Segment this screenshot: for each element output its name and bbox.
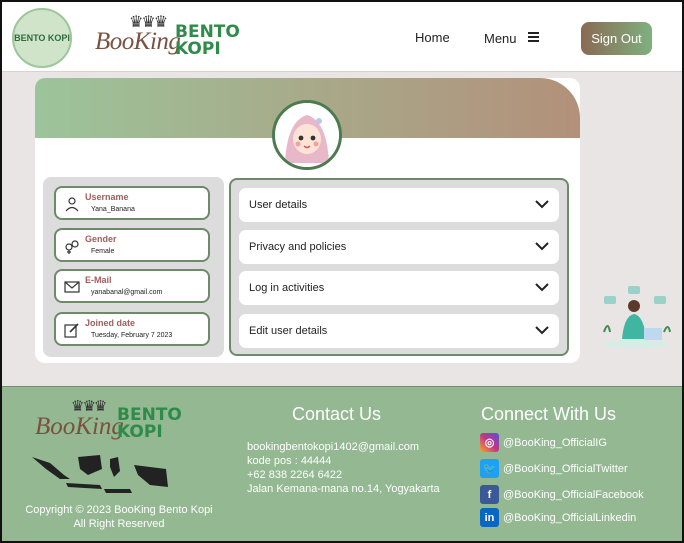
twitter-icon: 🐦 <box>480 459 499 478</box>
mail-icon <box>64 281 80 293</box>
username-value: Yana_Banana <box>91 206 135 213</box>
footer-brand-logo: ♛♛♛ BooKing BENTO KOPI <box>35 398 185 447</box>
page: BENTO KOPI ♛♛♛ BooKing BENTO KOPI Home M… <box>0 0 684 543</box>
gender-field: Gender Female <box>54 228 210 262</box>
support-agent-illustration <box>602 286 671 348</box>
contact-title: Contact Us <box>292 404 382 424</box>
footer-brand-kopi-word: KOPI <box>117 422 163 442</box>
copyright-line-2: All Right Reserved <box>73 518 165 530</box>
contact-postal-code: kode pos : 44444 <box>247 455 332 467</box>
gender-value: Female <box>91 248 115 255</box>
username-field: Username Yana_Banana <box>54 186 210 220</box>
logo-badge[interactable]: BENTO KOPI <box>12 8 72 68</box>
social-facebook[interactable]: f @BooKing_OfficialFacebook <box>480 485 644 504</box>
chevron-down-icon[interactable] <box>535 282 549 292</box>
avatar <box>272 100 342 170</box>
brand-logo[interactable]: ♛♛♛ BooKing BENTO KOPI <box>95 12 255 68</box>
contact-email[interactable]: bookingbentokopi1402@gmail.com <box>247 440 440 454</box>
accordion-login-activities-label: Log in activities <box>249 282 325 294</box>
logo-badge-text: BENTO KOPI <box>14 32 70 43</box>
header: BENTO KOPI ♛♛♛ BooKing BENTO KOPI Home M… <box>2 2 682 72</box>
email-field: E-Mail yanabanal@gmail.com <box>54 269 210 303</box>
accordion-privacy-policies-label: Privacy and policies <box>249 241 347 253</box>
accordion-edit-user-details-label: Edit user details <box>249 325 328 337</box>
connect-title: Connect With Us <box>481 404 617 424</box>
joined-date-value: Tuesday, February 7 2023 <box>91 332 173 339</box>
brand-kopi-word: KOPI <box>175 39 221 59</box>
email-value: yanabanal@gmail.com <box>91 289 163 296</box>
joined-date-label: Joined date <box>85 318 136 328</box>
brand-bento-text: BENTO KOPI <box>175 24 240 58</box>
facebook-icon: f <box>480 485 499 504</box>
copyright-text: Copyright © 2023 BooKing Bento Kopi All … <box>10 503 228 531</box>
accordion-login-activities[interactable]: Log in activities <box>239 271 559 305</box>
social-facebook-label: @BooKing_OfficialFacebook <box>503 488 644 501</box>
sign-out-button[interactable]: Sign Out <box>581 22 652 55</box>
social-linkedin-label: @BooKing_OfficialLinkedin <box>503 511 637 524</box>
social-instagram[interactable]: ◎ @BooKing_OfficialIG <box>480 433 607 452</box>
indonesia-map-icon <box>32 455 168 493</box>
avatar-illustration <box>275 103 339 167</box>
accordion-privacy-policies[interactable]: Privacy and policies <box>239 230 559 264</box>
contact-address: Jalan Kemana-mana no.14, Yogyakarta <box>247 483 440 495</box>
brand-booking-text: BooKing <box>95 28 181 55</box>
copyright-line-1: Copyright © 2023 BooKing Bento Kopi <box>25 504 213 516</box>
footer-brand-bento-text: BENTO KOPI <box>117 407 182 441</box>
nav-home-link[interactable]: Home <box>415 30 450 45</box>
user-info-panel: Username Yana_Banana Gender Female E-Mai… <box>43 177 224 357</box>
accordion-user-details-label: User details <box>249 199 308 211</box>
edit-icon <box>64 323 79 338</box>
social-twitter[interactable]: 🐦 @BooKing_OfficialTwitter <box>480 459 628 478</box>
footer: ♛♛♛ BooKing BENTO KOPI Copyright © 2023 … <box>2 386 682 541</box>
contact-info: bookingbentokopi1402@gmail.com kode pos … <box>247 440 440 496</box>
joined-date-field: Joined date Tuesday, February 7 2023 <box>54 312 210 346</box>
gender-label: Gender <box>85 234 117 244</box>
profile-card: Username Yana_Banana Gender Female E-Mai… <box>35 78 580 363</box>
chevron-down-icon[interactable] <box>535 199 549 209</box>
chevron-down-icon[interactable] <box>535 325 549 335</box>
email-label: E-Mail <box>85 275 112 285</box>
username-label: Username <box>85 192 129 202</box>
social-linkedin[interactable]: in @BooKing_OfficialLinkedin <box>480 508 636 527</box>
contact-phone: +62 838 2264 6422 <box>247 469 343 481</box>
social-twitter-label: @BooKing_OfficialTwitter <box>503 462 628 475</box>
gender-icon <box>65 240 79 254</box>
hamburger-menu-icon[interactable] <box>528 32 539 42</box>
user-icon <box>65 197 79 212</box>
chevron-down-icon[interactable] <box>535 241 549 251</box>
nav-menu-link[interactable]: Menu <box>484 31 517 46</box>
settings-accordion: User details Privacy and policies Log in… <box>229 178 569 356</box>
social-instagram-label: @BooKing_OfficialIG <box>503 436 607 449</box>
accordion-user-details[interactable]: User details <box>239 188 559 222</box>
linkedin-icon: in <box>480 508 499 527</box>
instagram-icon: ◎ <box>480 433 499 452</box>
footer-brand-booking: BooKing <box>35 413 124 440</box>
accordion-edit-user-details[interactable]: Edit user details <box>239 314 559 348</box>
